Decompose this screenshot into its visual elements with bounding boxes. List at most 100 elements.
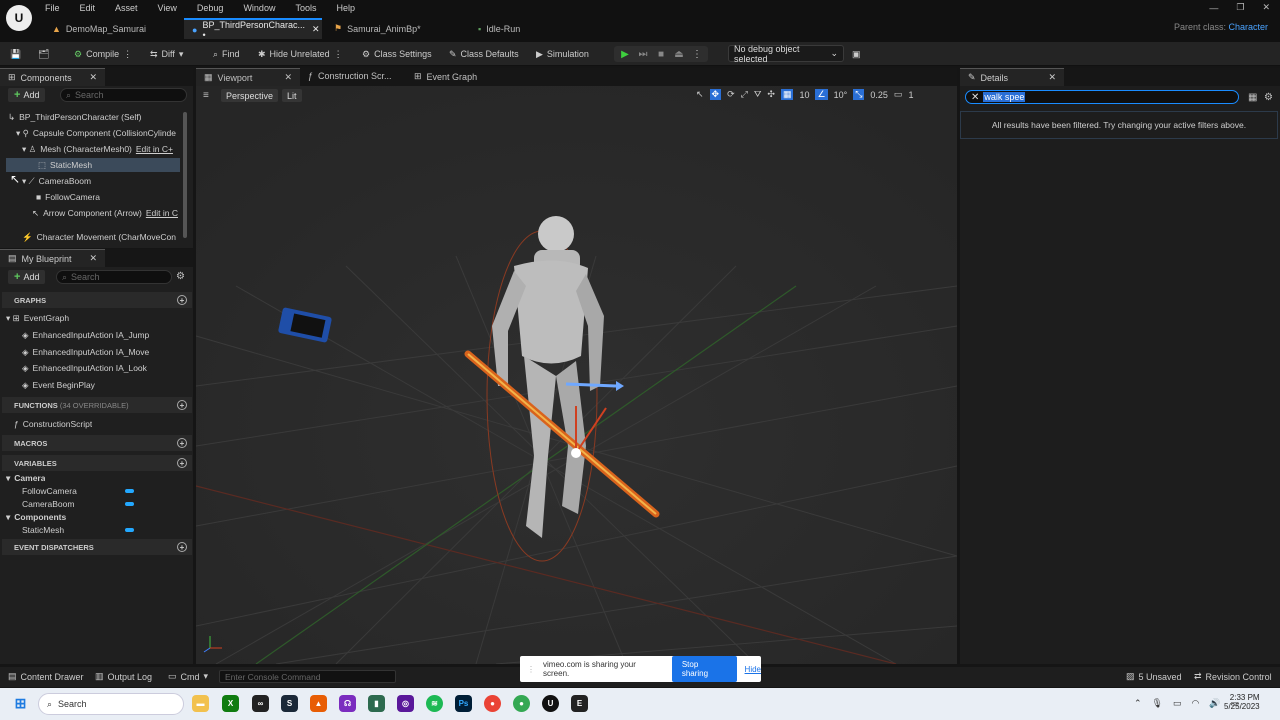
tab-demomap[interactable]: ▲ DemoMap_Samurai	[44, 18, 182, 39]
hamburger-menu-icon[interactable]: ≡	[203, 90, 209, 101]
class-settings-button[interactable]: ⚙ Class Settings	[362, 46, 432, 62]
chrome-icon[interactable]: ●	[513, 695, 530, 712]
app-icon[interactable]: ▮	[368, 695, 385, 712]
component-item[interactable]: ▾ ⚲ Capsule Component (CollisionCylinde	[16, 126, 180, 140]
class-defaults-button[interactable]: ✎ Class Defaults	[449, 46, 519, 62]
menu-help[interactable]: Help	[336, 3, 355, 13]
menu-tools[interactable]: Tools	[295, 3, 316, 13]
camera-speed-icon[interactable]: ▭	[894, 89, 903, 100]
spotify-icon[interactable]: ≋	[426, 695, 443, 712]
component-item[interactable]: ↳ BP_ThirdPersonCharacter (Self)	[8, 110, 180, 124]
variable-item[interactable]: CameraBoom	[22, 497, 134, 511]
find-button[interactable]: ⌕ Find	[213, 46, 240, 62]
debug-filter-icon[interactable]: ▣	[852, 46, 861, 62]
headphones-icon[interactable]: ☊	[339, 695, 356, 712]
parent-class-link[interactable]: Character	[1228, 22, 1268, 32]
close-icon[interactable]: ✕	[312, 24, 320, 35]
rotation-snap-icon[interactable]: ∠	[815, 89, 828, 100]
menu-window[interactable]: Window	[243, 3, 275, 13]
tab-event-graph[interactable]: ⊞ Event Graph	[414, 71, 477, 82]
component-item[interactable]: ⚡ Character Movement (CharMoveCon	[22, 230, 180, 244]
epic-games-icon[interactable]: E	[571, 695, 588, 712]
select-mode-icon[interactable]: ↖	[696, 89, 704, 100]
diff-button[interactable]: ⇆ Diff ▾	[150, 46, 183, 62]
compile-button[interactable]: ⚙ Compile ⋮	[74, 46, 132, 62]
lit-button[interactable]: Lit	[282, 89, 302, 102]
tab-viewport[interactable]: ▦ Viewport ✕	[196, 68, 300, 86]
drag-handle-icon[interactable]: ⋮	[527, 665, 535, 674]
add-variable-icon[interactable]: +	[177, 458, 187, 468]
graph-item[interactable]: ◈ EnhancedInputAction IA_Jump	[22, 328, 149, 342]
meta-icon[interactable]: ∞	[252, 695, 269, 712]
graph-item[interactable]: ▾ ⊞ EventGraph	[6, 311, 69, 325]
add-graph-icon[interactable]: +	[177, 295, 187, 305]
wifi-icon[interactable]: ◠	[1192, 698, 1200, 709]
tab-idle-run[interactable]: ▪ Idle-Run	[470, 18, 570, 39]
unsaved-button[interactable]: ▨ 5 Unsaved	[1126, 671, 1182, 682]
gear-icon[interactable]: ⚙	[176, 271, 185, 282]
step-icon[interactable]: ⏭	[635, 46, 651, 62]
browse-icon[interactable]: 🗂	[38, 46, 49, 62]
add-member-button[interactable]: + Add	[8, 270, 46, 284]
stop-icon[interactable]: ■	[653, 46, 669, 62]
save-icon[interactable]: 💾	[10, 46, 21, 62]
taskbar-search[interactable]: ⌕ Search	[38, 693, 184, 715]
add-macro-icon[interactable]: +	[177, 438, 187, 448]
tab-bp-thirdperson[interactable]: ● BP_ThirdPersonCharac... • ✕	[184, 18, 322, 40]
variable-item[interactable]: FollowCamera	[22, 484, 134, 498]
functions-section-header[interactable]: FUNCTIONS (34 OVERRIDABLE) +	[2, 397, 192, 413]
variables-section-header[interactable]: VARIABLES +	[2, 455, 192, 471]
tab-my-blueprint[interactable]: ▤ My Blueprint ✕	[0, 249, 105, 267]
eject-icon[interactable]: ⏏	[671, 46, 687, 62]
function-item[interactable]: ƒ ConstructionScript	[14, 417, 92, 431]
edit-in-cpp-link[interactable]: Edit in C	[146, 208, 178, 218]
translate-icon[interactable]: ✥	[709, 89, 722, 100]
cmd-button[interactable]: ▭ Cmd ▾	[168, 671, 208, 682]
component-item[interactable]: ↖ Arrow Component (Arrow) Edit in C	[32, 206, 180, 220]
content-drawer-button[interactable]: ▤ Content Drawer	[8, 671, 84, 682]
coordinate-space-icon[interactable]: ⛛	[754, 89, 762, 100]
console-input[interactable]: Enter Console Command	[219, 670, 396, 683]
app-icon[interactable]: ▲	[310, 695, 327, 712]
tab-components[interactable]: ⊞ Components ✕	[0, 68, 105, 86]
rotate-icon[interactable]: ⟳	[727, 89, 735, 100]
chevron-up-icon[interactable]: ⌃	[1134, 698, 1142, 709]
hide-unrelated-button[interactable]: ✱ Hide Unrelated ⋮	[258, 46, 343, 62]
component-item-selected[interactable]: ⬚ StaticMesh	[6, 158, 180, 172]
component-item[interactable]: ■ FollowCamera	[36, 190, 180, 204]
macros-section-header[interactable]: MACROS +	[2, 435, 192, 451]
simulation-button[interactable]: ▶ Simulation	[536, 46, 589, 62]
close-window-icon[interactable]: ✕	[1262, 2, 1270, 13]
component-item[interactable]: ▾ ⟋ CameraBoom	[22, 174, 180, 188]
file-explorer-icon[interactable]: ▬	[192, 695, 209, 712]
photoshop-icon[interactable]: Ps	[455, 695, 472, 712]
menu-view[interactable]: View	[158, 3, 177, 13]
close-icon[interactable]: ✕	[89, 253, 97, 264]
details-search-input[interactable]: ✕ walk spee	[965, 90, 1239, 104]
scale-snap-icon[interactable]: ⤡	[853, 89, 865, 100]
scrollbar[interactable]	[183, 112, 187, 238]
variable-item[interactable]: StaticMesh	[22, 523, 134, 537]
display-icon[interactable]: ▭	[1173, 698, 1182, 709]
close-icon[interactable]: ✕	[1048, 72, 1056, 83]
components-search-input[interactable]: ⌕ Search	[60, 88, 187, 102]
hide-link[interactable]: Hide	[745, 665, 761, 674]
viewport[interactable]: ≡ Perspective Lit ↖ ✥ ⟳ ⤢ ⛛ ✣ ▦ 10 ∠ 10° ⤡…	[196, 86, 957, 664]
add-dispatcher-icon[interactable]: +	[177, 542, 187, 552]
graph-item[interactable]: ◈ Event BeginPlay	[22, 378, 95, 392]
edit-in-cpp-link[interactable]: Edit in C+	[136, 144, 173, 154]
variable-category[interactable]: ▾ Camera	[6, 471, 45, 485]
close-icon[interactable]: ✕	[89, 72, 97, 83]
menu-asset[interactable]: Asset	[115, 3, 138, 13]
more-icon[interactable]: ⋮	[689, 46, 705, 62]
gear-icon[interactable]: ⚙	[1264, 92, 1273, 103]
play-icon[interactable]: ▶	[617, 46, 633, 62]
table-view-icon[interactable]: ▦	[1248, 92, 1257, 103]
blueprint-search-input[interactable]: ⌕ Search	[56, 270, 172, 284]
menu-debug[interactable]: Debug	[197, 3, 224, 13]
menu-file[interactable]: File	[45, 3, 60, 13]
volume-icon[interactable]: 🔊	[1209, 698, 1220, 709]
clock[interactable]: 2:33 PM 5/25/2023	[1224, 693, 1260, 711]
perspective-button[interactable]: Perspective	[221, 89, 279, 102]
app-icon[interactable]: ◎	[397, 695, 414, 712]
